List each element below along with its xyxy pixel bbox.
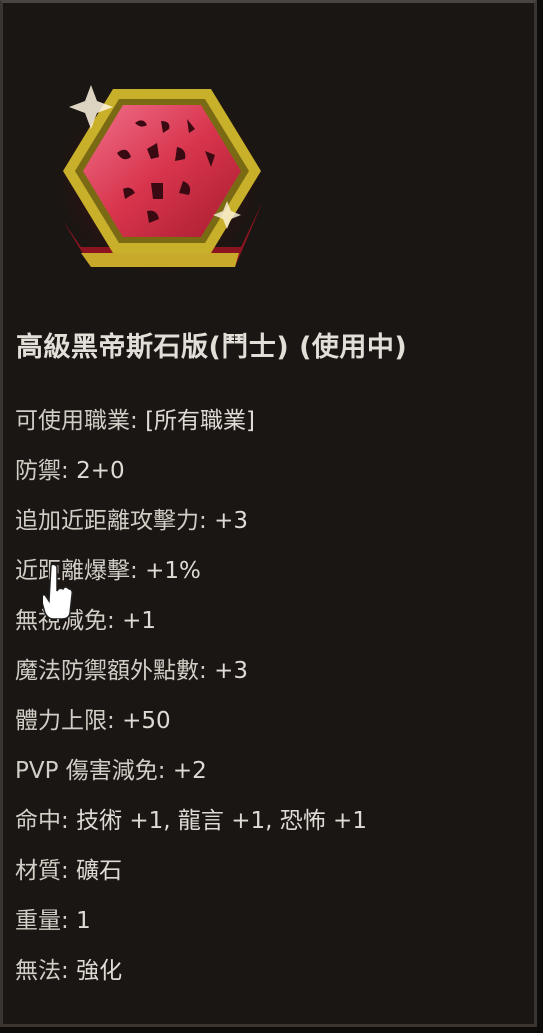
stat-label: 近距離爆擊: [15,558,146,584]
stat-value: +50 [122,708,171,734]
stat-value: [所有職業] [145,408,256,434]
stat-label: 魔法防禦額外點數: [15,658,215,684]
stat-label: 追加近距離攻擊力: [15,508,215,534]
stat-value: 礦石 [76,858,123,884]
stat-label: 材質: [15,858,77,884]
stat-usable-class: 可使用職業: [所有職業] [15,401,367,451]
stat-max-hp: 體力上限: +50 [15,701,367,751]
stat-value: +2 [172,758,207,784]
stat-value: +3 [214,508,248,534]
stat-label: PVP 傷害減免: [15,758,173,784]
stat-value: 強化 [76,958,123,984]
item-tooltip: 高級黑帝斯石版(鬥士) (使用中) 可使用職業: [所有職業] 防禦: 2+0 … [0,0,537,1027]
stat-value: +1 [122,608,156,634]
stat-label: 重量: [15,908,77,934]
stat-magic-defense: 魔法防禦額外點數: +3 [15,651,367,701]
stat-label: 體力上限: [15,708,123,734]
stat-label: 可使用職業: [15,408,146,434]
stat-label: 防禦: [15,458,77,484]
stat-value: +1% [145,558,201,584]
stat-value: +3 [214,658,248,684]
stat-weight: 重量: 1 [15,901,367,951]
stat-hit: 命中: 技術 +1, 龍言 +1, 恐怖 +1 [15,801,367,851]
item-name: 高級黑帝斯石版(鬥士) (使用中) [16,332,408,363]
stat-defense: 防禦: 2+0 [15,451,367,501]
stat-melee-attack: 追加近距離攻擊力: +3 [15,501,367,551]
stat-material: 材質: 礦石 [15,851,367,901]
rune-tablet-icon [51,77,271,285]
item-stats-list: 可使用職業: [所有職業] 防禦: 2+0 追加近距離攻擊力: +3 近距離爆擊… [15,401,367,1001]
stat-pvp-reduction: PVP 傷害減免: +2 [15,751,367,801]
stat-value: 技術 +1, 龍言 +1, 恐怖 +1 [76,808,367,834]
hand-cursor-icon [43,563,73,619]
stat-label: 無法: [15,958,77,984]
stat-value: 1 [76,908,91,934]
stat-cannot: 無法: 強化 [15,951,367,1001]
stat-label: 命中: [15,808,77,834]
stat-value: 2+0 [76,458,125,484]
